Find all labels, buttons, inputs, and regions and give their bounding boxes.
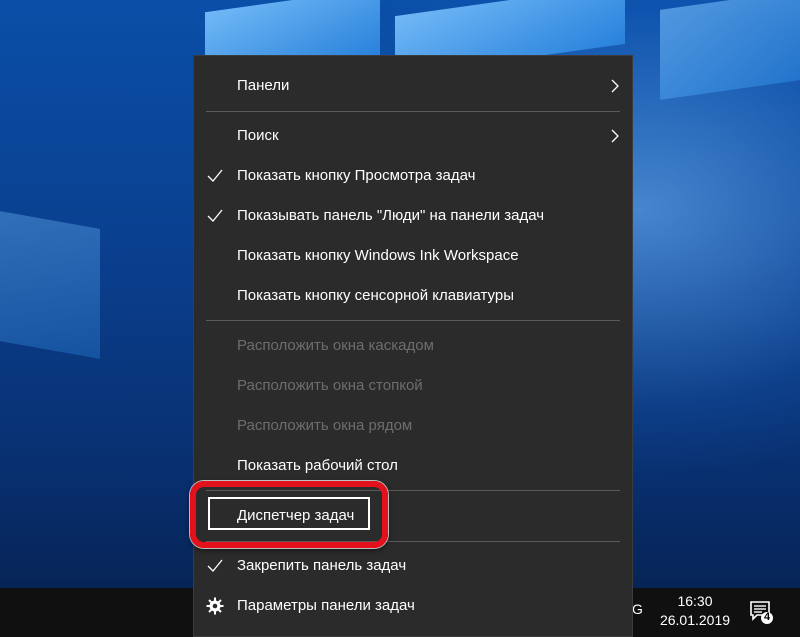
menu-item-panels[interactable]: Панели <box>194 66 632 106</box>
annotation-focus-box <box>208 497 370 530</box>
wallpaper-window-pane <box>660 0 800 100</box>
menu-item-label: Закрепить панель задач <box>237 557 407 574</box>
checkmark-icon <box>207 559 223 572</box>
menu-item-label: Показывать панель "Люди" на панели задач <box>237 207 545 224</box>
clock-time: 16:30 <box>677 593 713 609</box>
menu-item-cascade-windows: Расположить окна каскадом <box>194 326 632 366</box>
menu-item-show-task-view[interactable]: Показать кнопку Просмотра задач <box>194 156 632 196</box>
checkmark-icon <box>207 169 223 182</box>
menu-separator <box>206 320 620 321</box>
menu-item-show-desktop[interactable]: Показать рабочий стол <box>194 446 632 486</box>
clock-date: 26.01.2019 <box>659 612 731 628</box>
wallpaper-window-pane <box>0 211 100 359</box>
menu-item-label: Показать кнопку Windows Ink Workspace <box>237 247 519 264</box>
menu-item-label: Показать рабочий стол <box>237 457 398 474</box>
menu-item-search[interactable]: Поиск <box>194 116 632 156</box>
menu-separator <box>206 111 620 112</box>
gear-icon <box>206 597 224 615</box>
menu-item-stack-windows: Расположить окна стопкой <box>194 366 632 406</box>
taskbar-clock[interactable]: 16:30 26.01.2019 <box>650 592 740 630</box>
menu-item-label: Поиск <box>237 127 279 144</box>
chevron-right-icon <box>611 79 619 93</box>
menu-item-label: Показать кнопку сенсорной клавиатуры <box>237 287 514 304</box>
notification-count-badge: 4 <box>763 611 771 623</box>
menu-item-label: Панели <box>237 77 290 94</box>
menu-item-side-by-side: Расположить окна рядом <box>194 406 632 446</box>
menu-item-label: Показать кнопку Просмотра задач <box>237 167 476 184</box>
menu-item-show-ink-workspace[interactable]: Показать кнопку Windows Ink Workspace <box>194 236 632 276</box>
menu-item-show-touch-keyboard[interactable]: Показать кнопку сенсорной клавиатуры <box>194 276 632 316</box>
menu-item-show-people[interactable]: Показывать панель "Люди" на панели задач <box>194 196 632 236</box>
menu-item-label: Расположить окна стопкой <box>237 377 423 394</box>
chevron-right-icon <box>611 129 619 143</box>
menu-item-label: Расположить окна каскадом <box>237 337 434 354</box>
menu-item-lock-taskbar[interactable]: Закрепить панель задач <box>194 546 632 586</box>
annotation-highlight-frame <box>190 481 388 548</box>
action-center-button[interactable]: 4 <box>748 598 774 624</box>
menu-item-label: Параметры панели задач <box>237 597 415 614</box>
menu-item-taskbar-settings[interactable]: Параметры панели задач <box>194 586 632 626</box>
taskbar-context-menu: Панели Поиск Показать кнопку Просмотра з… <box>193 55 633 637</box>
menu-item-label: Расположить окна рядом <box>237 417 413 434</box>
language-indicator[interactable]: G <box>632 601 643 617</box>
checkmark-icon <box>207 209 223 222</box>
